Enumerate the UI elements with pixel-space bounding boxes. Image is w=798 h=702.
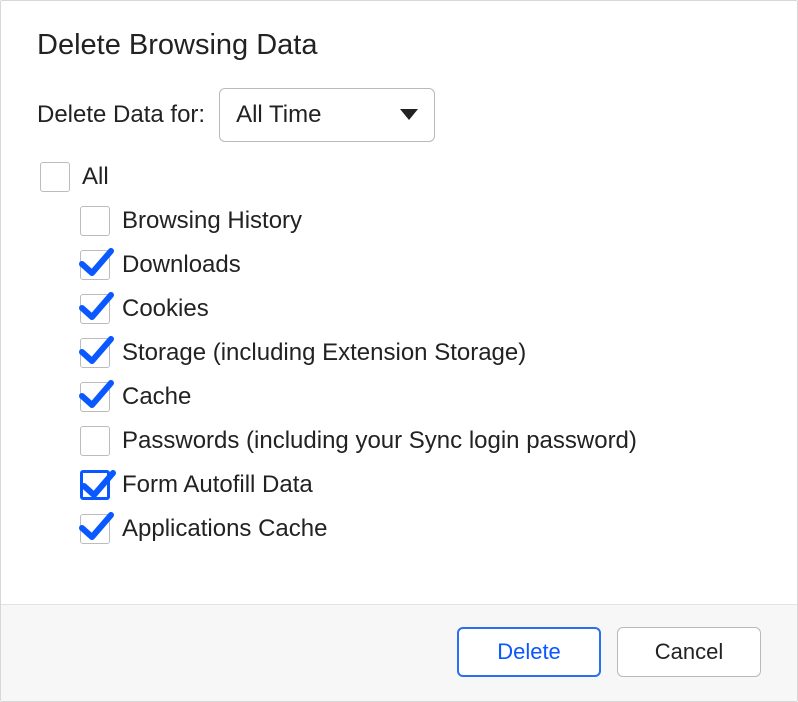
checkbox-label[interactable]: Browsing History [122, 207, 302, 235]
checkbox-label[interactable]: Storage (including Extension Storage) [122, 339, 526, 367]
checkbox-row: Form Autofill Data [77, 470, 761, 500]
time-range-value: All Time [236, 101, 321, 129]
checkbox[interactable] [80, 206, 110, 236]
time-range-row: Delete Data for: All Time [37, 88, 761, 142]
chevron-down-icon [400, 109, 418, 120]
time-range-select[interactable]: All Time [219, 88, 435, 142]
checkmark-icon [78, 377, 114, 413]
checkbox-label[interactable]: Form Autofill Data [122, 471, 313, 499]
checkbox-row: Applications Cache [77, 514, 761, 544]
checkmark-icon [78, 333, 114, 369]
checkbox-row: Cookies [77, 294, 761, 324]
data-type-list: Browsing History Downloads Cookies Storage … [37, 206, 761, 544]
checkbox-row: Passwords (including your Sync login pas… [77, 426, 761, 456]
checkbox-label[interactable]: Applications Cache [122, 515, 327, 543]
checkbox-row-all: All [37, 162, 761, 192]
checkbox-label[interactable]: Passwords (including your Sync login pas… [122, 427, 637, 455]
checkmark-icon [78, 245, 114, 281]
dialog-title: Delete Browsing Data [37, 29, 761, 62]
checkbox-label[interactable]: Downloads [122, 251, 241, 279]
delete-button[interactable]: Delete [457, 627, 601, 677]
delete-browsing-data-dialog: Delete Browsing Data Delete Data for: Al… [0, 0, 798, 702]
checkbox-row: Browsing History [77, 206, 761, 236]
checkbox-label[interactable]: Cache [122, 383, 191, 411]
checkbox-row: Storage (including Extension Storage) [77, 338, 761, 368]
checkbox[interactable] [80, 426, 110, 456]
checkbox[interactable] [80, 514, 110, 544]
checkmark-icon [80, 467, 116, 503]
checkbox-row: Downloads [77, 250, 761, 280]
checkmark-icon [78, 509, 114, 545]
checkbox[interactable] [80, 338, 110, 368]
time-range-label: Delete Data for: [37, 101, 205, 129]
checkbox[interactable] [80, 470, 110, 500]
checkbox[interactable] [80, 250, 110, 280]
checkbox-row: Cache [77, 382, 761, 412]
cancel-button[interactable]: Cancel [617, 627, 761, 677]
checkbox-label[interactable]: Cookies [122, 295, 209, 323]
checkmark-icon [78, 289, 114, 325]
checkbox[interactable] [80, 382, 110, 412]
dialog-body: Delete Browsing Data Delete Data for: Al… [1, 1, 797, 604]
checkbox-all[interactable] [40, 162, 70, 192]
checkbox-label-all[interactable]: All [82, 163, 109, 191]
checkbox[interactable] [80, 294, 110, 324]
dialog-footer: Delete Cancel [1, 604, 797, 701]
